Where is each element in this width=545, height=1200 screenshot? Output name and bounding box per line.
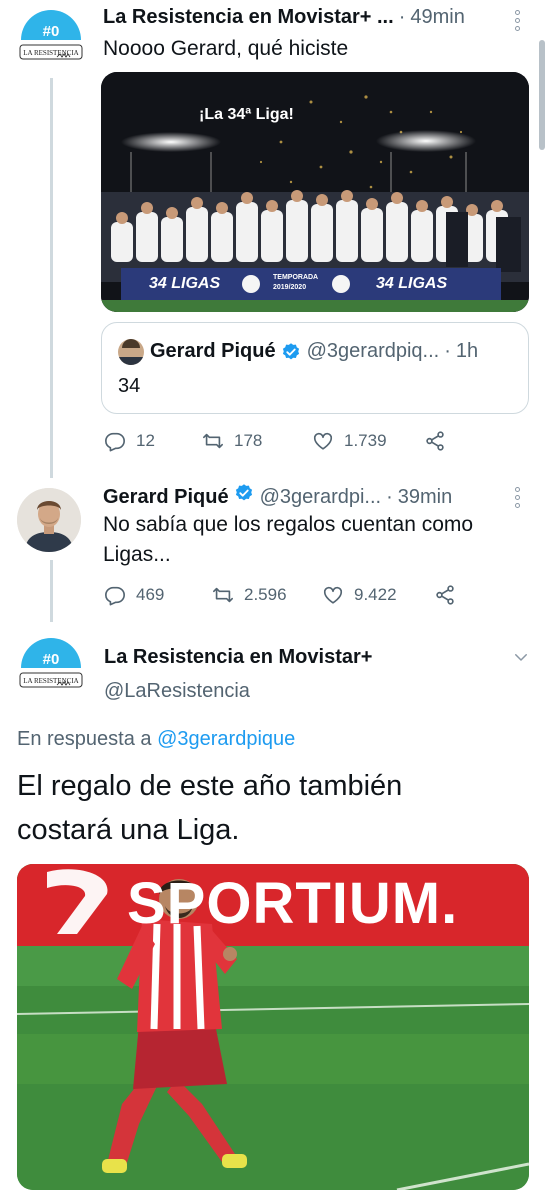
reply-icon bbox=[105, 586, 125, 606]
verified-badge-icon bbox=[235, 484, 252, 501]
quoted-time: 1h bbox=[455, 340, 479, 362]
author-name[interactable]: La Resistencia en Movistar+ bbox=[104, 646, 372, 669]
tweet-text-line: costará una Liga. bbox=[17, 814, 240, 846]
tweet-header: La Resistencia en Movistar+ ... · 49min bbox=[103, 6, 465, 29]
avatar-la-resistencia[interactable]: #0 LA RESISTENCIA bbox=[17, 10, 85, 78]
tweet-text: El regalo de este año también costará un… bbox=[17, 764, 402, 852]
retweet-count: 2.596 bbox=[244, 585, 287, 604]
banner-center-bottom: 2019/2020 bbox=[273, 284, 307, 291]
svg-text:LA RESISTENCIA: LA RESISTENCIA bbox=[23, 677, 78, 685]
tweet-text-line: El regalo de este año también bbox=[17, 770, 403, 802]
tweet-text-line: No sabía que los regalos cuentan como bbox=[103, 513, 474, 536]
quoted-avatar bbox=[118, 339, 144, 365]
banner-right-text: 34 LIGAS bbox=[376, 275, 448, 292]
tweet-text-line: Ligas... bbox=[103, 543, 171, 566]
avatar-gerard-pique[interactable] bbox=[17, 488, 81, 552]
svg-text:#0: #0 bbox=[43, 651, 60, 668]
heart-icon bbox=[313, 432, 333, 450]
share-icon bbox=[426, 431, 444, 451]
tweet-time[interactable]: 39min bbox=[398, 486, 452, 509]
scrollbar[interactable] bbox=[539, 40, 545, 150]
reply-prefix: En respuesta a bbox=[17, 728, 152, 750]
author-name[interactable]: Gerard Piqué bbox=[103, 486, 229, 509]
reply-context: En respuesta a @3gerardpique bbox=[17, 728, 295, 751]
reply-icon bbox=[105, 432, 125, 452]
verified-badge-icon bbox=[282, 342, 299, 359]
more-options-icon[interactable] bbox=[514, 487, 520, 508]
tweet-time[interactable]: 49min bbox=[410, 6, 464, 29]
sponsor-sign-text: SPORTIUM. bbox=[127, 871, 459, 936]
separator-dot: · bbox=[386, 486, 393, 508]
reply-count: 469 bbox=[136, 585, 165, 604]
retweet-button[interactable]: 2.596 bbox=[212, 584, 322, 606]
tweet-actions: 12 178 1.739 bbox=[104, 430, 446, 452]
tweet-header: Gerard Piqué @3gerardpi... · 39min bbox=[103, 483, 452, 509]
thread-line bbox=[50, 560, 53, 622]
retweet-icon bbox=[203, 433, 223, 449]
author-handle[interactable]: @3gerardpi... bbox=[260, 486, 381, 509]
heart-icon bbox=[323, 586, 343, 604]
like-button[interactable]: 9.422 bbox=[322, 584, 434, 606]
tweet-image-player[interactable]: SPORTIUM. bbox=[17, 864, 529, 1190]
separator-dot: · bbox=[398, 6, 406, 28]
like-button[interactable]: 1.739 bbox=[312, 430, 424, 452]
gerard-pique-photo bbox=[17, 488, 81, 552]
reply-to-link[interactable]: @3gerardpique bbox=[157, 728, 295, 750]
quoted-tweet[interactable]: Gerard Piqué @3gerardpiq... · 1h 34 bbox=[101, 322, 529, 414]
svg-text:#0: #0 bbox=[43, 23, 60, 40]
share-icon bbox=[436, 585, 454, 605]
like-count: 9.422 bbox=[354, 585, 397, 604]
image-caption: ¡La 34ª Liga! bbox=[199, 106, 294, 123]
banner-left-text: 34 LIGAS bbox=[149, 275, 221, 292]
like-count: 1.739 bbox=[344, 431, 387, 450]
author-name[interactable]: La Resistencia en Movistar+ ... bbox=[103, 6, 394, 29]
tweet-actions: 469 2.596 9.422 bbox=[104, 584, 456, 606]
reply-count: 12 bbox=[136, 431, 155, 450]
author-handle[interactable]: @LaResistencia bbox=[104, 680, 250, 703]
quoted-header: Gerard Piqué @3gerardpiq... · 1h bbox=[150, 340, 478, 363]
la-resistencia-logo-icon: #0 LA RESISTENCIA bbox=[19, 638, 83, 688]
la-resistencia-logo-icon: #0 LA RESISTENCIA bbox=[19, 10, 83, 60]
avatar-la-resistencia[interactable]: #0 LA RESISTENCIA bbox=[17, 638, 85, 706]
retweet-icon bbox=[213, 587, 233, 603]
tweet-image-celebration[interactable]: ¡La 34ª Liga! 34 LIGAS TEMPORADA 2019/20… bbox=[101, 72, 529, 312]
separator-dot: · bbox=[444, 340, 451, 362]
reply-button[interactable]: 12 bbox=[104, 430, 202, 452]
quoted-text: 34 bbox=[118, 375, 141, 397]
retweet-button[interactable]: 178 bbox=[202, 430, 312, 452]
share-button[interactable] bbox=[434, 584, 456, 606]
more-options-icon[interactable] bbox=[514, 10, 520, 31]
chevron-down-icon[interactable] bbox=[512, 648, 530, 671]
reply-button[interactable]: 469 bbox=[104, 584, 212, 606]
quoted-handle: @3gerardpiq... bbox=[306, 340, 440, 362]
retweet-count: 178 bbox=[234, 431, 263, 450]
banner-center-top: TEMPORADA bbox=[273, 274, 319, 281]
share-button[interactable] bbox=[424, 430, 446, 452]
quoted-author-name: Gerard Piqué bbox=[150, 340, 276, 362]
svg-text:LA RESISTENCIA: LA RESISTENCIA bbox=[23, 49, 78, 57]
thread-line bbox=[50, 78, 53, 478]
tweet-text: Noooo Gerard, qué hiciste bbox=[103, 37, 349, 60]
tweet-text: No sabía que los regalos cuentan como Li… bbox=[103, 510, 473, 570]
